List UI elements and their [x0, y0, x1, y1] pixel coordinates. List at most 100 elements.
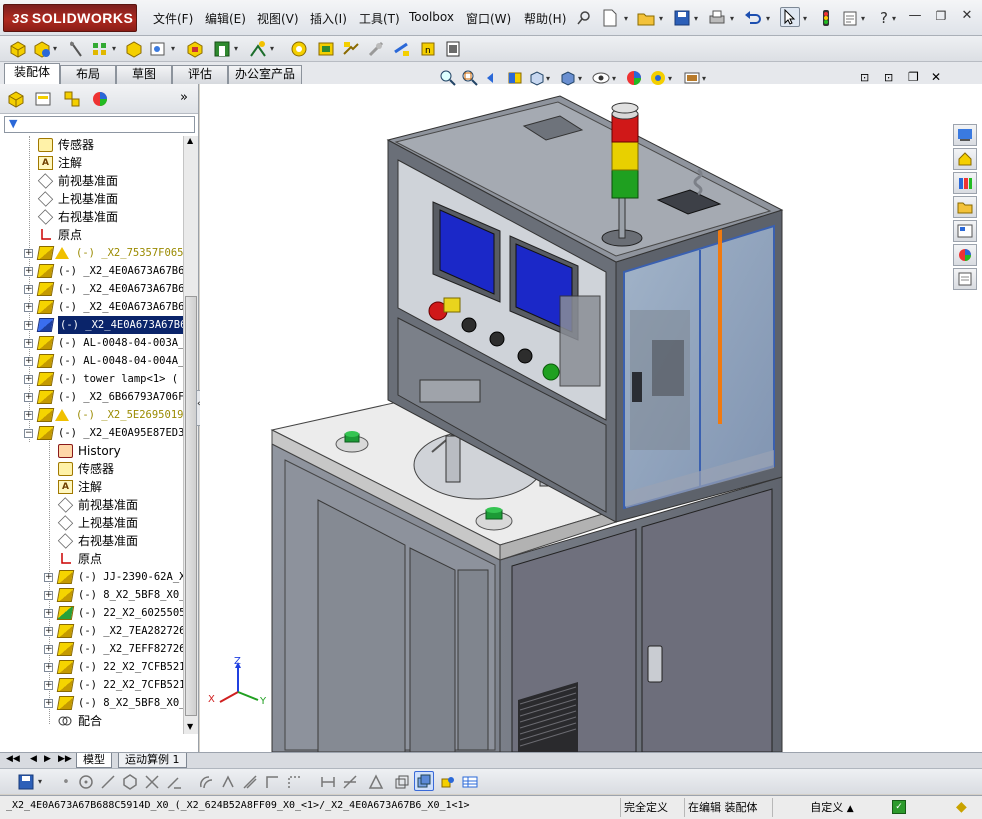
chevron-down-icon[interactable]: ▾	[612, 74, 616, 83]
appearances-icon[interactable]	[953, 244, 977, 266]
home-icon[interactable]	[953, 148, 977, 170]
scroll-thumb[interactable]	[185, 296, 197, 716]
chevron-down-icon[interactable]: ▾	[171, 44, 175, 53]
expand-node-icon[interactable]: +	[24, 267, 33, 276]
select-cursor-icon[interactable]	[780, 7, 800, 27]
tab-motion-study[interactable]: 运动算例 1	[118, 753, 187, 768]
extend-icon[interactable]	[164, 772, 184, 792]
tree-node[interactable]: 前视基准面	[0, 172, 183, 190]
feature-tree-scrollbar[interactable]: ▲ ▼	[183, 136, 198, 734]
chevron-down-icon[interactable]: ▾	[578, 74, 582, 83]
menu-toolbox[interactable]: Toolbox	[409, 10, 454, 24]
tab-model[interactable]: 模型	[76, 753, 112, 768]
construction-geometry-icon[interactable]	[284, 772, 304, 792]
status-units[interactable]: 自定义 ▲	[772, 798, 888, 817]
show-hidden-components-icon[interactable]	[148, 39, 168, 59]
tree-node[interactable]: 右视基准面	[0, 208, 183, 226]
chevron-down-icon[interactable]: ▾	[112, 44, 116, 53]
expand-node-icon[interactable]: +	[44, 663, 53, 672]
previous-view-icon[interactable]	[483, 68, 503, 88]
tree-node[interactable]: 配合	[0, 712, 183, 730]
clearance-verification-icon[interactable]	[392, 39, 412, 59]
file-properties-icon[interactable]	[840, 8, 860, 28]
expand-node-icon[interactable]: +	[44, 591, 53, 600]
chevron-down-icon[interactable]: ▾	[803, 14, 807, 23]
tree-node[interactable]: + (-) _X2_4E0A673A67B6	[0, 316, 183, 334]
chevron-down-icon[interactable]: ▾	[38, 777, 42, 786]
display-manager-icon[interactable]	[90, 89, 110, 109]
table-icon[interactable]	[460, 772, 480, 792]
expand-node-icon[interactable]: +	[44, 681, 53, 690]
tab-sketch[interactable]: 草图	[116, 65, 172, 84]
hide-show-items-icon[interactable]	[591, 68, 611, 88]
print-icon[interactable]	[707, 8, 727, 28]
expand-node-icon[interactable]: +	[44, 609, 53, 618]
new-document-icon[interactable]	[600, 8, 620, 28]
menu-tools[interactable]: 工具(T)	[359, 10, 400, 27]
expand-node-icon[interactable]: +	[24, 375, 33, 384]
menu-insert[interactable]: 插入(I)	[310, 10, 347, 27]
mate-icon[interactable]	[32, 39, 52, 59]
tree-node[interactable]: + (-) _X2_75357F065	[0, 244, 183, 262]
pin-icon[interactable]	[574, 8, 594, 28]
view-restore-icon[interactable]: ❐	[908, 70, 919, 84]
chevron-down-icon[interactable]: ▾	[659, 14, 663, 23]
first-tab-icon[interactable]: ◀◀	[6, 754, 20, 764]
custom-properties-icon[interactable]	[953, 268, 977, 290]
view-orientation-icon[interactable]	[527, 68, 547, 88]
menu-help[interactable]: 帮助(H)	[524, 10, 566, 27]
view-settings-icon[interactable]	[682, 68, 702, 88]
solidworks-logo[interactable]: 3S SOLIDWORKS	[3, 4, 137, 32]
chevron-down-icon[interactable]: ▾	[694, 14, 698, 23]
tree-node[interactable]: + (-) AL-0048-04-004A_	[0, 352, 183, 370]
tree-node[interactable]: + (-) AL-0048-04-003A_	[0, 334, 183, 352]
menu-window[interactable]: 窗口(W)	[466, 10, 511, 27]
apply-scene-icon[interactable]	[648, 68, 668, 88]
sketch-pattern-icon[interactable]	[240, 772, 260, 792]
offset-icon[interactable]	[196, 772, 216, 792]
expand-node-icon[interactable]: +	[24, 357, 33, 366]
exploded-view-icon[interactable]	[316, 39, 336, 59]
chevron-down-icon[interactable]: ▾	[766, 14, 770, 23]
tag-icon[interactable]: ◆	[956, 799, 967, 815]
chevron-down-icon[interactable]: ▾	[892, 14, 896, 23]
insert-component-icon[interactable]	[8, 39, 28, 59]
expand-node-icon[interactable]: +	[44, 645, 53, 654]
tree-node[interactable]: A 注解	[0, 478, 183, 496]
tree-node[interactable]: + (-) 8_X2_5BF8_X0_	[0, 586, 183, 604]
expand-node-icon[interactable]: +	[44, 699, 53, 708]
tab-office-products[interactable]: 办公室产品	[228, 65, 302, 84]
tree-node[interactable]: + (-) 22_X2_7CFB521	[0, 658, 183, 676]
undo-icon[interactable]	[743, 8, 763, 28]
graphics-area[interactable]: Z X Y ▾ ▾ ▾ ▾ ▾ ⊡ ⊡ ❐ ✕	[200, 70, 982, 753]
tree-node[interactable]: + (-) _X2_4E0A673A67B6	[0, 280, 183, 298]
hole-alignment-icon[interactable]: n	[418, 39, 438, 59]
expand-node-icon[interactable]: +	[44, 627, 53, 636]
chevron-down-icon[interactable]: ▾	[234, 44, 238, 53]
model-viewport[interactable]	[200, 84, 982, 753]
prev-tab-icon[interactable]: ◀	[30, 754, 37, 764]
expand-node-icon[interactable]: +	[24, 411, 33, 420]
linear-pattern-icon[interactable]	[66, 39, 86, 59]
close-icon[interactable]: ✕	[959, 8, 975, 24]
tree-node[interactable]: + (-) JJ-2390-62A_X	[0, 568, 183, 586]
zoom-to-fit-icon[interactable]	[438, 68, 458, 88]
chevron-down-icon[interactable]: ▾	[53, 44, 57, 53]
expand-node-icon[interactable]: +	[24, 249, 33, 258]
open-folder-icon[interactable]	[636, 8, 656, 28]
tree-node[interactable]: + (-) _X2_4E0A673A67B6	[0, 298, 183, 316]
file-explorer-icon[interactable]	[953, 196, 977, 218]
tree-node[interactable]: + (-) _X2_5E2695019	[0, 406, 183, 424]
reference-geometry-icon[interactable]	[212, 39, 232, 59]
expand-node-icon[interactable]: +	[24, 339, 33, 348]
rebuild-status-icon[interactable]: ✓	[892, 800, 906, 814]
expand-node-icon[interactable]: +	[24, 321, 33, 330]
tree-node[interactable]: 上视基准面	[0, 190, 183, 208]
tree-node[interactable]: History	[0, 442, 183, 460]
smart-fasteners-icon[interactable]	[90, 39, 110, 59]
expand-node-icon[interactable]: +	[24, 285, 33, 294]
help-icon[interactable]: ?	[874, 8, 894, 28]
restore-icon[interactable]: ❐	[933, 8, 949, 24]
tree-node[interactable]: + (-) _X2_7EFF82726	[0, 640, 183, 658]
save-icon[interactable]	[16, 772, 36, 792]
